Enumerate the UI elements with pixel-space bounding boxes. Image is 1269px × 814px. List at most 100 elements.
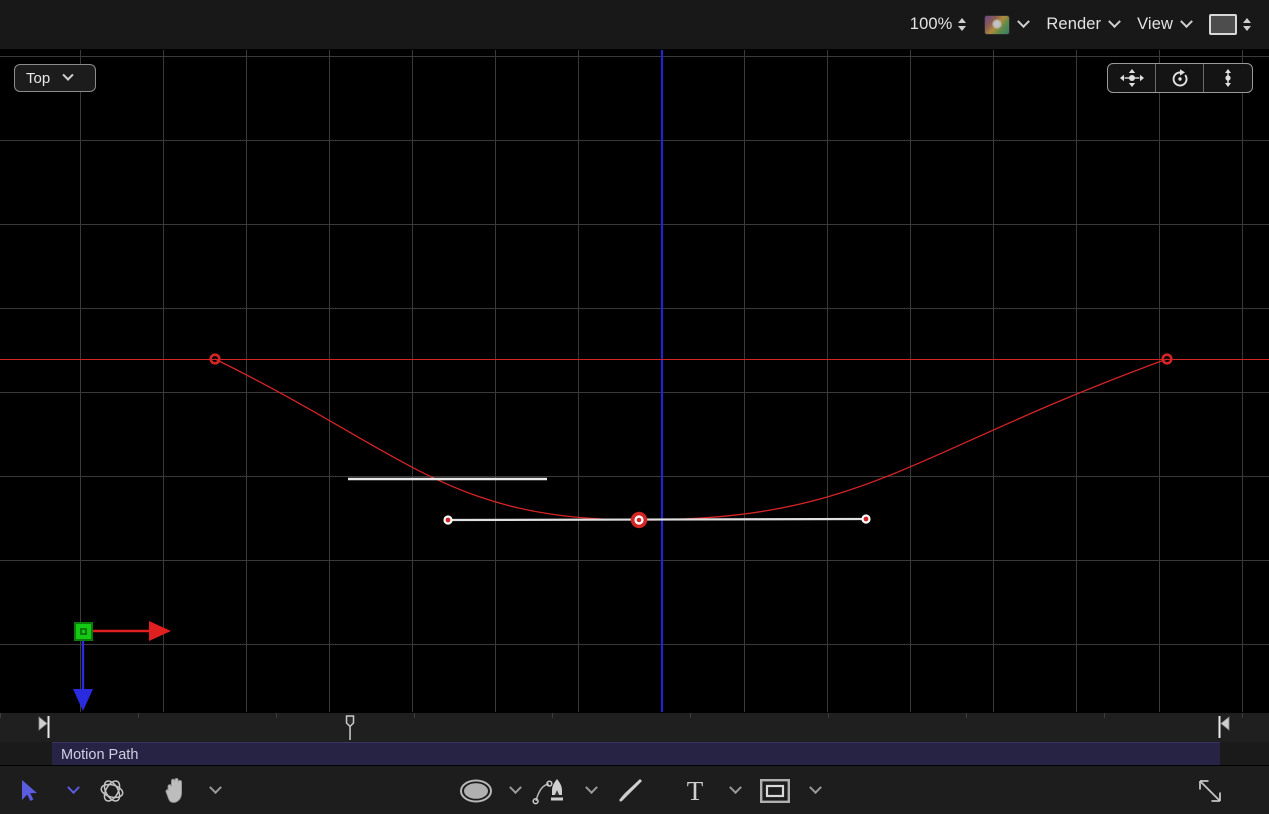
top-toolbar: 100% Render View <box>0 0 1269 50</box>
paint-brush-tool[interactable] <box>612 766 648 814</box>
text-tool[interactable]: T <box>677 766 713 814</box>
gizmo-axes-icon <box>23 611 183 712</box>
grid-line-horizontal <box>0 644 1269 645</box>
view-menu[interactable]: View <box>1137 10 1191 40</box>
chevron-down-icon <box>209 781 222 794</box>
ruler-tick <box>0 713 1 718</box>
bottom-toolbar: T <box>0 765 1269 814</box>
arrow-cursor-icon <box>20 779 40 803</box>
transform-tool-group <box>1107 63 1253 93</box>
grid-line-horizontal <box>0 392 1269 393</box>
zoom-level-control[interactable]: 100% <box>910 10 967 40</box>
timeline-track-row: Motion Path <box>0 742 1269 766</box>
ruler-tick <box>414 713 415 718</box>
rotate-transform-tool[interactable] <box>1156 64 1204 92</box>
white-frame-swatch-icon[interactable] <box>1209 14 1237 35</box>
render-menu[interactable]: Render <box>1046 10 1119 40</box>
orbit-3d-tool[interactable] <box>94 766 130 814</box>
orbit-3d-icon <box>97 776 127 806</box>
shape-ellipse-tool[interactable] <box>456 766 496 814</box>
chevron-down-icon <box>809 781 822 794</box>
grid-line-vertical <box>495 50 496 712</box>
text-t-icon: T <box>682 777 708 805</box>
color-gradient-swatch-icon[interactable] <box>984 15 1010 35</box>
grid-line-horizontal <box>0 560 1269 561</box>
render-menu-label: Render <box>1046 15 1101 34</box>
fit-to-window-tool[interactable] <box>1192 766 1228 814</box>
horizontal-path-axis-line <box>0 359 1269 360</box>
in-point-icon <box>38 716 50 738</box>
rotate-arrow-icon <box>1169 68 1191 88</box>
grid-line-vertical <box>329 50 330 712</box>
text-tool-chevron[interactable] <box>724 766 746 814</box>
grid-line-horizontal <box>0 224 1269 225</box>
ruler-tick <box>966 713 967 718</box>
view-angle-popup[interactable]: Top <box>14 64 96 92</box>
grid-line-vertical <box>246 50 247 712</box>
pen-tool-chevron[interactable] <box>580 766 602 814</box>
motion-path-track-bar[interactable]: Motion Path <box>52 742 1220 766</box>
ruler-tick <box>690 713 691 718</box>
chevron-down-icon <box>509 781 522 794</box>
mask-rectangle-icon <box>760 779 790 803</box>
pen-bezier-icon <box>532 777 568 805</box>
timeline-panel: Motion Path <box>0 712 1269 765</box>
shape-tool-chevron[interactable] <box>504 766 526 814</box>
svg-text:T: T <box>687 777 704 805</box>
diagonal-resize-arrows-icon <box>1196 777 1224 805</box>
chevron-down-icon <box>1108 15 1121 28</box>
zoom-level-label: 100% <box>910 15 953 34</box>
grid-line-vertical <box>1159 50 1160 712</box>
mask-tool-chevron[interactable] <box>804 766 826 814</box>
motion-app-window: 100% Render View <box>0 0 1269 814</box>
pan-tool-chevron[interactable] <box>204 766 226 814</box>
select-tool-chevron[interactable] <box>62 766 84 814</box>
view-menu-label: View <box>1137 15 1173 34</box>
playhead-icon <box>344 715 356 740</box>
stepper-updown-icon[interactable] <box>1243 18 1251 31</box>
ruler-tick <box>828 713 829 718</box>
pan-hand-tool[interactable] <box>158 766 194 814</box>
ruler-tick <box>138 713 139 718</box>
ruler-tick <box>1242 713 1243 718</box>
gizmo-y-arrow[interactable] <box>73 689 93 711</box>
view-angle-label: Top <box>26 70 50 87</box>
timeline-playhead[interactable] <box>344 715 356 740</box>
ruler-tick <box>1104 713 1105 718</box>
chevron-down-icon <box>1180 15 1193 28</box>
transform-gizmo[interactable] <box>23 611 183 712</box>
vertical-axis-line <box>661 50 663 712</box>
four-way-arrows-icon <box>1119 68 1145 88</box>
grid-line-vertical <box>1076 50 1077 712</box>
grid-line-horizontal <box>0 308 1269 309</box>
paintbrush-icon <box>616 777 644 805</box>
gizmo-origin-handle[interactable] <box>74 622 93 641</box>
canvas-grid <box>0 50 1269 712</box>
chevron-down-icon[interactable] <box>1018 15 1031 28</box>
bezier-pen-tool[interactable] <box>530 766 570 814</box>
color-swatch-control[interactable] <box>984 10 1028 40</box>
up-down-arrows-icon <box>1220 68 1236 88</box>
select-arrow-tool[interactable] <box>12 766 48 814</box>
pan-transform-tool[interactable] <box>1108 64 1156 92</box>
timeline-out-point-marker[interactable] <box>1218 716 1230 738</box>
grid-line-vertical <box>744 50 745 712</box>
chevron-down-icon <box>67 781 80 794</box>
grid-line-horizontal <box>0 476 1269 477</box>
stepper-updown-icon[interactable] <box>958 18 966 31</box>
grid-line-vertical <box>412 50 413 712</box>
grid-line-vertical <box>578 50 579 712</box>
timeline-ruler[interactable] <box>0 713 1269 742</box>
background-swatch-control[interactable] <box>1209 10 1251 40</box>
hand-icon <box>163 777 189 804</box>
timeline-in-point-marker[interactable] <box>38 716 50 738</box>
motion-path-track-label: Motion Path <box>61 747 138 763</box>
grid-line-horizontal <box>0 56 1269 57</box>
gizmo-x-arrow[interactable] <box>149 621 171 641</box>
scale-transform-tool[interactable] <box>1204 64 1252 92</box>
out-point-icon <box>1218 716 1230 738</box>
ruler-tick <box>552 713 553 718</box>
mask-rectangle-tool[interactable] <box>757 766 793 814</box>
viewer-canvas[interactable]: Top <box>0 50 1269 712</box>
grid-line-vertical <box>910 50 911 712</box>
